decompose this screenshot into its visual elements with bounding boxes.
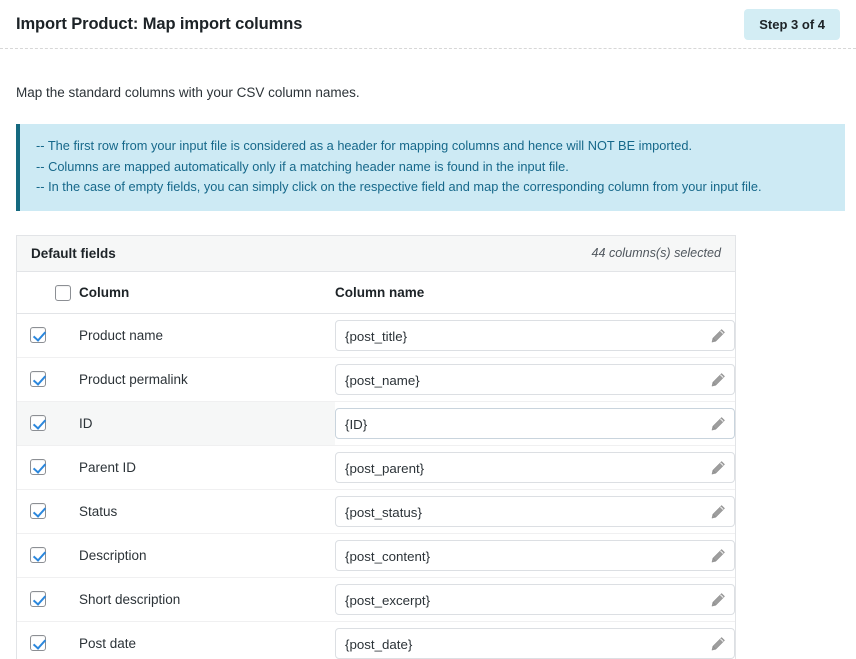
checkbox-icon[interactable]	[30, 547, 46, 564]
row-checkbox-cell[interactable]	[17, 621, 79, 659]
column-name-input-value: {post_title}	[345, 328, 408, 344]
column-name-input[interactable]: {post_date}	[335, 627, 735, 659]
column-name-input-value: {ID}	[345, 416, 368, 432]
column-name-input-value: {post_excerpt}	[345, 592, 431, 608]
notice-line-2: -- Columns are mapped automatically only…	[36, 158, 569, 174]
checkbox-icon[interactable]	[30, 415, 46, 432]
row-column-label: Status	[79, 489, 335, 534]
table-row[interactable]: Short description {post_excerpt}	[17, 577, 735, 622]
info-notice: -- The first row from your input file is…	[16, 124, 845, 211]
row-checkbox-wrap[interactable]	[30, 458, 46, 476]
row-checkbox-wrap[interactable]	[30, 502, 46, 520]
table-header-row: Column Column name	[17, 271, 735, 314]
column-name-header: Column name	[335, 271, 735, 314]
column-name-input[interactable]: {ID}	[335, 407, 735, 439]
column-name-input[interactable]: {post_status}	[335, 495, 735, 527]
row-column-label: Parent ID	[79, 445, 335, 490]
column-name-input-value: {post_parent}	[345, 460, 425, 476]
row-column-name-cell[interactable]: {post_parent}	[335, 445, 735, 490]
pencil-icon[interactable]	[710, 416, 726, 432]
row-column-label: ID	[79, 401, 335, 446]
select-all-checkbox-wrap[interactable]	[55, 284, 71, 301]
row-checkbox-cell[interactable]	[17, 357, 79, 402]
checkbox-icon[interactable]	[30, 327, 46, 344]
row-column-label: Post date	[79, 621, 335, 659]
checkbox-icon[interactable]	[30, 635, 46, 652]
row-column-name-cell[interactable]: {post_name}	[335, 357, 735, 402]
column-name-input-value: {post_content}	[345, 548, 431, 564]
pencil-icon[interactable]	[710, 636, 726, 652]
column-name-input[interactable]: {post_content}	[335, 539, 735, 571]
column-name-input-value: {post_status}	[345, 504, 422, 520]
column-name-input[interactable]: {post_parent}	[335, 451, 735, 483]
checkbox-icon[interactable]	[30, 459, 46, 476]
column-name-input-value: {post_name}	[345, 372, 420, 388]
pencil-icon[interactable]	[710, 328, 726, 344]
column-mapping-table: Column Column name Product name {post_ti…	[17, 271, 735, 659]
column-header: Column	[79, 271, 335, 314]
row-column-label: Product name	[79, 313, 335, 358]
pencil-icon[interactable]	[710, 592, 726, 608]
page-title: Import Product: Map import columns	[16, 14, 303, 33]
row-checkbox-cell[interactable]	[17, 445, 79, 490]
row-column-label: Product permalink	[79, 357, 335, 402]
pencil-icon[interactable]	[710, 504, 726, 520]
column-name-input[interactable]: {post_excerpt}	[335, 583, 735, 615]
row-column-name-cell[interactable]: {post_excerpt}	[335, 577, 735, 622]
pencil-icon[interactable]	[710, 548, 726, 564]
panel-header: Default fields 44 columns(s) selected	[17, 235, 735, 272]
row-column-name-cell[interactable]: {post_title}	[335, 313, 735, 358]
select-all-header-cell	[17, 271, 79, 314]
row-column-label: Description	[79, 533, 335, 578]
notice-line-3: -- In the case of empty fields, you can …	[36, 179, 762, 194]
default-fields-panel: Default fields 44 columns(s) selected Co…	[16, 234, 736, 659]
checkbox-icon[interactable]	[30, 591, 46, 608]
table-row[interactable]: Post date {post_date}	[17, 621, 735, 659]
row-checkbox-cell[interactable]	[17, 489, 79, 534]
row-column-label: Short description	[79, 577, 335, 622]
intro-text: Map the standard columns with your CSV c…	[16, 85, 360, 100]
selected-count-label: 44 columns(s) selected	[591, 246, 722, 260]
pencil-icon[interactable]	[710, 372, 726, 388]
table-row[interactable]: Product permalink {post_name}	[17, 357, 735, 402]
row-checkbox-cell[interactable]	[17, 401, 79, 446]
column-name-input[interactable]: {post_title}	[335, 319, 735, 351]
checkbox-icon-select-all[interactable]	[55, 284, 71, 301]
row-checkbox-wrap[interactable]	[30, 634, 46, 652]
notice-line-1: -- The first row from your input file is…	[36, 138, 693, 153]
table-row[interactable]: Description {post_content}	[17, 533, 735, 578]
row-checkbox-wrap[interactable]	[30, 326, 46, 344]
panel-title: Default fields	[31, 245, 116, 261]
row-checkbox-wrap[interactable]	[30, 590, 46, 608]
pencil-icon[interactable]	[710, 460, 726, 476]
row-column-name-cell[interactable]: {post_content}	[335, 533, 735, 578]
row-checkbox-wrap[interactable]	[30, 370, 46, 388]
column-name-input-value: {post_date}	[345, 636, 413, 652]
checkbox-icon[interactable]	[30, 503, 46, 520]
row-checkbox-wrap[interactable]	[30, 546, 46, 564]
table-body: Product name {post_title} Product permal…	[17, 313, 735, 659]
table-row[interactable]: ID {ID}	[17, 401, 735, 446]
table-row[interactable]: Parent ID {post_parent}	[17, 445, 735, 490]
row-column-name-cell[interactable]: {post_status}	[335, 489, 735, 534]
row-checkbox-cell[interactable]	[17, 533, 79, 578]
row-checkbox-cell[interactable]	[17, 577, 79, 622]
page-header: Import Product: Map import columns Step …	[0, 0, 856, 49]
checkbox-icon[interactable]	[30, 371, 46, 388]
table-row[interactable]: Status {post_status}	[17, 489, 735, 534]
column-name-input[interactable]: {post_name}	[335, 363, 735, 395]
row-checkbox-wrap[interactable]	[30, 414, 46, 432]
status-badge: Step 3 of 4	[744, 9, 840, 40]
row-checkbox-cell[interactable]	[17, 313, 79, 358]
table-row[interactable]: Product name {post_title}	[17, 313, 735, 358]
row-column-name-cell[interactable]: {ID}	[335, 401, 735, 446]
row-column-name-cell[interactable]: {post_date}	[335, 621, 735, 659]
